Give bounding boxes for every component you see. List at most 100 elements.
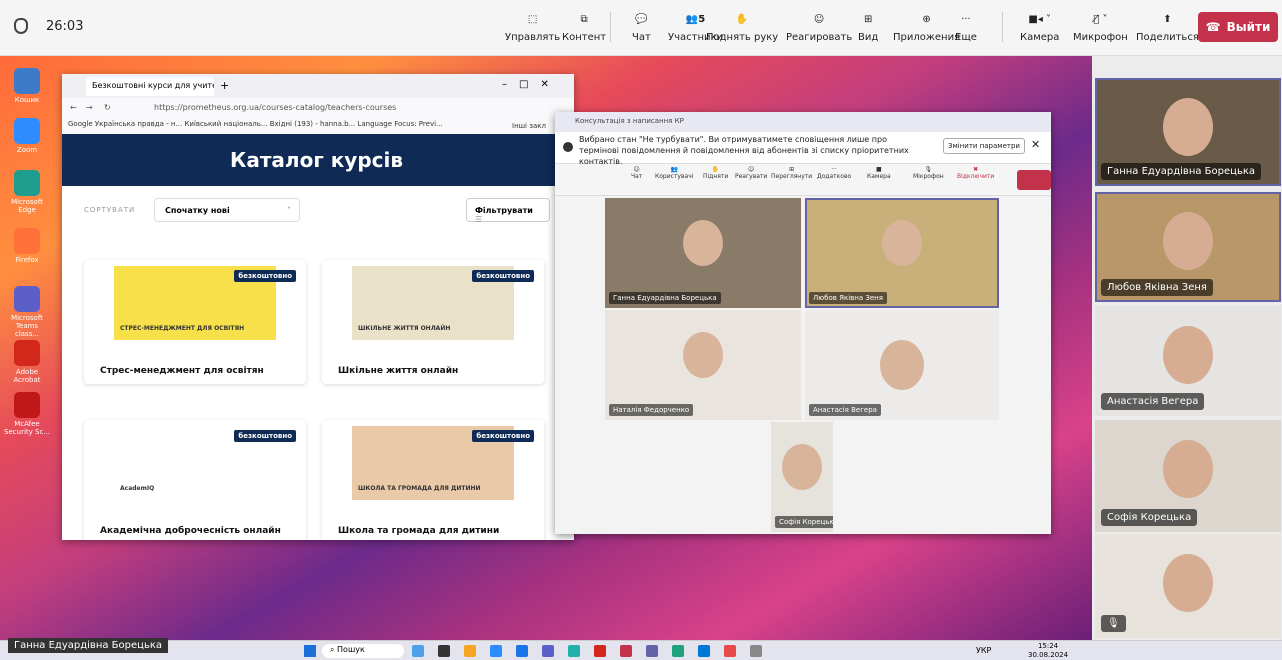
course-card[interactable]: ШКОЛА ТА ГРОМАДА ДЛЯ ДИТИНИ безкоштовно Шк… [322,420,544,540]
taskbar-app-icon[interactable] [412,645,424,657]
app-icon [14,228,40,254]
course-title[interactable]: Шкільне життя онлайн [338,366,458,376]
video-tile[interactable]: Ганна Едуардівна Борецька [605,198,801,308]
mic-icon: 🎙 [924,166,933,173]
content-button[interactable]: ⧉ Контент [562,6,606,52]
chat-button[interactable]: 💬 Чат [632,6,651,52]
window-controls[interactable]: –□✕ [502,79,561,90]
meeting-users-button[interactable]: 👥 Користувачі [655,166,693,180]
grid-icon: ⊞ [789,166,795,173]
language-indicator[interactable]: УКР [976,646,991,655]
smiley-icon: ☺ [813,13,825,25]
meeting-chat-button[interactable]: ☺ Чат [631,166,642,180]
meeting-react-button[interactable]: ☺ Реагувати [735,166,767,180]
chat-icon: 💬 [635,13,648,25]
desktop-icon-label: Firefox [15,256,39,264]
taskbar-app-icon[interactable] [620,645,632,657]
meeting-leave-button[interactable] [1017,170,1051,190]
hand-icon: ✋ [711,166,720,173]
bookmarks[interactable]: Google Українська правда - н... Київськи… [68,120,443,128]
course-card[interactable]: AcademIQ безкоштовно Академічна доброчесні… [84,420,306,540]
change-settings-button[interactable]: Змінити параметри [943,138,1025,154]
catalog-heading: Каталог курсів [62,134,574,186]
filter-button[interactable]: Фільтрувати ☰ [466,198,550,224]
desktop-icon-label: Adobe Acrobat [13,368,41,384]
mic-muted-icon: 🎙 [1101,615,1126,632]
microphone-button[interactable]: 🎙̸ ˅ Микрофон [1073,6,1128,52]
taskbar-app-icon[interactable] [672,645,684,657]
participant-name: Софія Корецька [1101,509,1198,526]
forward-icon[interactable]: → [86,103,93,112]
url-field[interactable]: https://prometheus.org.ua/courses-catalo… [154,103,396,112]
desktop-icon[interactable]: Firefox [4,228,50,264]
control-button[interactable]: ⬚ Управлять [505,6,560,52]
video-tile[interactable]: Анастасія Вегера [805,310,999,420]
taskbar-search[interactable]: ⌕ Пошук [322,644,404,658]
share-button[interactable]: ⬆ Поделиться [1136,6,1199,52]
back-icon[interactable]: ← [70,103,77,112]
course-title[interactable]: Стрес-менеджмент для освітян [100,366,264,376]
meeting-camera-button[interactable]: ■ Камера [867,166,891,180]
participant-tile[interactable]: Ганна Едуардівна Борецька [1095,78,1281,186]
desktop-icon[interactable]: Zoom [4,118,50,154]
participant-face [882,220,922,266]
taskbar-app-icon[interactable] [516,645,528,657]
taskbar-app-icon[interactable] [750,645,762,657]
dnd-notice: Вибрано стан "Не турбувати". Ви отримува… [555,132,1051,166]
camera-icon: ■◂ ˅ [1028,13,1052,25]
apps-button[interactable]: ⊕ Приложения [893,6,960,52]
taskbar-app-icon[interactable] [542,645,554,657]
participant-face [683,332,723,378]
meeting-disconnect-button[interactable]: ✖ Відключити [957,166,994,180]
camera-button[interactable]: ■◂ ˅ Камера [1020,6,1059,52]
desktop-icon[interactable]: McAfee Security Sc... [4,392,50,436]
new-tab-icon[interactable]: + [220,79,229,92]
taskbar-app-icon[interactable] [724,645,736,657]
camera-icon: ■ [875,166,882,173]
taskbar-app-icon[interactable] [568,645,580,657]
react-button[interactable]: ☺ Реагировать [786,6,852,52]
meeting-mic-button[interactable]: 🎙 Мікрофон [913,166,944,180]
windows-start-icon[interactable] [304,645,316,657]
app-icon [14,68,40,94]
taskbar-app-icon[interactable] [490,645,502,657]
participant-tile[interactable]: 🎙 [1095,534,1281,638]
taskbar-app-icon[interactable] [438,645,450,657]
meeting-add-button[interactable]: ··· Додатково [817,166,851,180]
close-icon[interactable]: ✕ [1031,138,1040,151]
participant-name: Любов Яківна Зеня [809,292,887,304]
desktop-icon[interactable]: Microsoft Teams class... [4,286,50,338]
course-banner: ШКІЛЬНЕ ЖИТТЯ ОНЛАЙН [358,325,451,332]
meeting-view-button[interactable]: ⊞ Переглянути [771,166,812,180]
more-button[interactable]: ··· Еще [955,6,977,52]
desktop-icon-label: McAfee Security Sc... [4,420,50,436]
other-bookmarks[interactable]: Інші закл [512,122,546,130]
meeting-raise-button[interactable]: ✋ Підняти [703,166,728,180]
raise-hand-button[interactable]: ✋ Поднять руку [706,6,778,52]
leave-button[interactable]: ☎ Выйти [1198,12,1278,42]
course-card[interactable]: ШКІЛЬНЕ ЖИТТЯ ОНЛАЙН безкоштовно Шкільне ж… [322,260,544,384]
participant-tile[interactable]: Анастасія Вегера [1095,306,1281,416]
desktop-icon[interactable]: Microsoft Edge [4,170,50,214]
video-tile[interactable]: Любов Яківна Зеня [805,198,999,308]
sort-select[interactable]: Спочатку нові ˅ [154,198,300,222]
video-tile[interactable]: Наталія Федорченко [605,310,801,420]
reload-icon[interactable]: ↻ [104,103,111,112]
taskbar-app-icon[interactable] [646,645,658,657]
share-icon: ⬆ [1163,13,1172,25]
taskbar-app-icon[interactable] [464,645,476,657]
course-title[interactable]: Школа та громада для дитини [338,526,499,536]
view-button[interactable]: ⊞ Вид [858,6,878,52]
clock[interactable]: 15:24 30.08.2024 [1028,642,1068,660]
desktop-icon[interactable]: Adobe Acrobat [4,340,50,384]
participant-tile[interactable]: Софія Корецька [1095,420,1281,532]
taskbar-app-icon[interactable] [698,645,710,657]
course-card[interactable]: СТРЕС-МЕНЕДЖМЕНТ ДЛЯ ОСВІТЯН безкоштовно С… [84,260,306,384]
video-tile[interactable]: Софія Корецька [771,422,833,532]
taskbar-app-icon[interactable] [594,645,606,657]
mic-muted-icon: 🎙̸ ˅ [1093,13,1108,25]
course-title[interactable]: Академічна доброчесність онлайн [100,526,281,536]
participant-tile[interactable]: Любов Яківна Зеня [1095,192,1281,302]
desktop-icon[interactable]: Кошик [4,68,50,104]
browser-tab[interactable]: Безкоштовні курси для учите ✕ [86,77,214,96]
